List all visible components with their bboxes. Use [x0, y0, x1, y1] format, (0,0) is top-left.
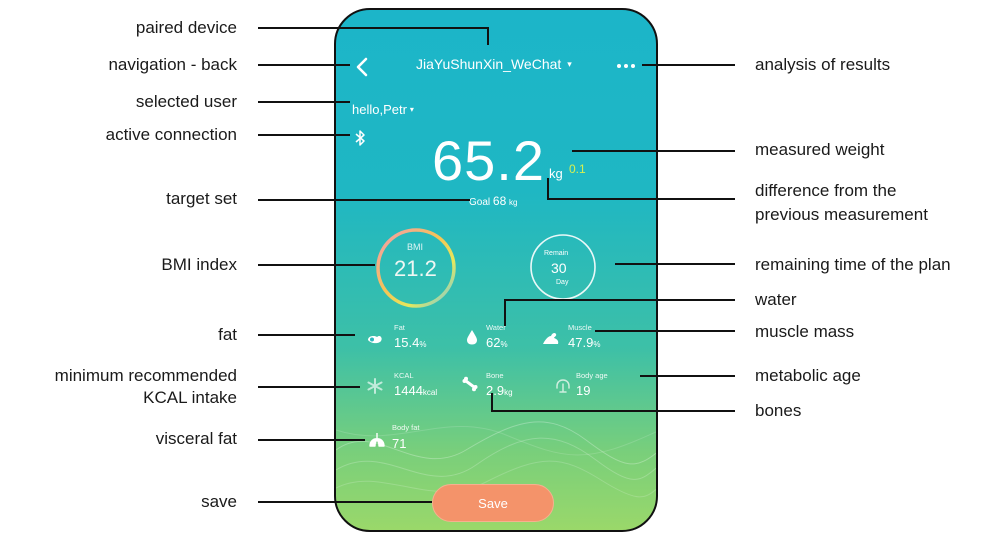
metric-title-fat: Fat: [394, 323, 405, 332]
metric-unit: kcal: [422, 388, 438, 397]
bmi-label: BMI: [407, 242, 424, 252]
user-selector[interactable]: hello,Petr ▾: [352, 102, 414, 117]
annotation-water: water: [755, 290, 797, 309]
paired-device-selector[interactable]: JiaYuShunXin_WeChat ▾: [416, 56, 572, 72]
annotation-remaining-time: remaining time of the plan: [755, 255, 951, 274]
metric-title-water: Water: [486, 323, 506, 332]
metric-value-water: 62%: [486, 335, 508, 350]
metric-value-bone: 2.9kg: [486, 383, 513, 398]
goal-value: 68: [492, 194, 507, 208]
annotation-save: save: [201, 492, 237, 511]
user-greeting: hello,Petr: [352, 102, 407, 117]
metric-value-kcal: 1444kcal: [394, 383, 437, 398]
muscle-arm-icon: [543, 332, 559, 344]
annotation-bones: bones: [755, 401, 802, 420]
annotation-min-kcal-line1: minimum recommended: [54, 366, 237, 385]
more-dots-icon[interactable]: [616, 62, 638, 70]
remain-label: Remain: [544, 250, 569, 257]
water-drop-icon: [467, 330, 477, 345]
annotation-paired-device: paired device: [135, 18, 237, 37]
visceral-fat-icon: [369, 433, 385, 447]
metric-number: 15.4: [394, 335, 420, 350]
save-button[interactable]: Save: [432, 484, 554, 522]
metric-number: 47.9: [568, 335, 594, 350]
metric-title-body-fat: Body fat: [392, 423, 420, 432]
user-caret-icon: ▾: [409, 105, 414, 114]
annotation-visceral-fat: visceral fat: [155, 429, 237, 448]
annotation-metabolic-age: metabolic age: [755, 366, 861, 385]
goal-text: Goal 68 kg: [469, 194, 518, 208]
metric-number: 19: [576, 383, 591, 398]
annotation-difference-line2: previous measurement: [755, 205, 928, 224]
metric-number: 1444: [394, 383, 423, 398]
metric-number: 62: [486, 335, 501, 350]
bluetooth-icon: [355, 130, 365, 146]
bone-icon: [462, 376, 478, 392]
goal-label: Goal: [469, 197, 491, 208]
annotation-muscle-mass: muscle mass: [755, 322, 855, 341]
measured-weight-value: 65.2: [432, 129, 545, 192]
body-age-icon: [556, 379, 570, 393]
weight-unit: kg: [549, 166, 563, 181]
annotation-navigation-back: navigation - back: [108, 55, 237, 74]
annotation-fat: fat: [218, 325, 237, 344]
metric-unit: %: [593, 340, 601, 349]
annotation-analysis-of-results: analysis of results: [755, 55, 891, 74]
metric-title-body-age: Body age: [576, 371, 608, 380]
metric-value-muscle: 47.9%: [568, 335, 600, 350]
device-caret-icon: ▾: [567, 59, 572, 69]
annotation-target-set: target set: [166, 189, 237, 208]
remain-value: 30: [551, 260, 567, 276]
annotation-selected-user: selected user: [135, 92, 237, 111]
annotation-measured-weight: measured weight: [755, 140, 885, 159]
metric-title-muscle: Muscle: [568, 323, 592, 332]
back-chevron-icon[interactable]: [352, 56, 374, 78]
metric-value-fat: 15.4%: [394, 335, 426, 350]
metric-title-bone: Bone: [486, 371, 504, 380]
bmi-value: 21.2: [394, 256, 437, 281]
metric-unit: kg: [504, 388, 513, 397]
device-name: JiaYuShunXin_WeChat: [416, 56, 562, 72]
annotation-active-connection: active connection: [105, 125, 237, 144]
metric-unit: %: [500, 340, 508, 349]
kcal-asterisk-icon: [367, 378, 383, 394]
annotation-difference-line1: difference from the: [755, 181, 897, 200]
fat-icon: [368, 335, 382, 344]
phone-screen: JiaYuShunXin_WeChat ▾ hello,Petr ▾ 65.2 kg…: [334, 8, 658, 532]
metric-value-body-age: 19: [576, 383, 590, 398]
metric-number: 2.9: [486, 383, 505, 398]
goal-unit: kg: [509, 198, 518, 207]
weight-difference: 0.1: [569, 162, 586, 176]
annotation-bmi-index: BMI index: [161, 255, 237, 274]
metric-number: 71: [392, 436, 407, 451]
metric-value-body-fat: 71: [392, 436, 406, 451]
metric-title-kcal: KCAL: [394, 371, 414, 380]
annotation-min-kcal-line2: KCAL intake: [143, 388, 237, 407]
metric-unit: %: [419, 340, 427, 349]
remain-unit: Day: [556, 279, 569, 286]
